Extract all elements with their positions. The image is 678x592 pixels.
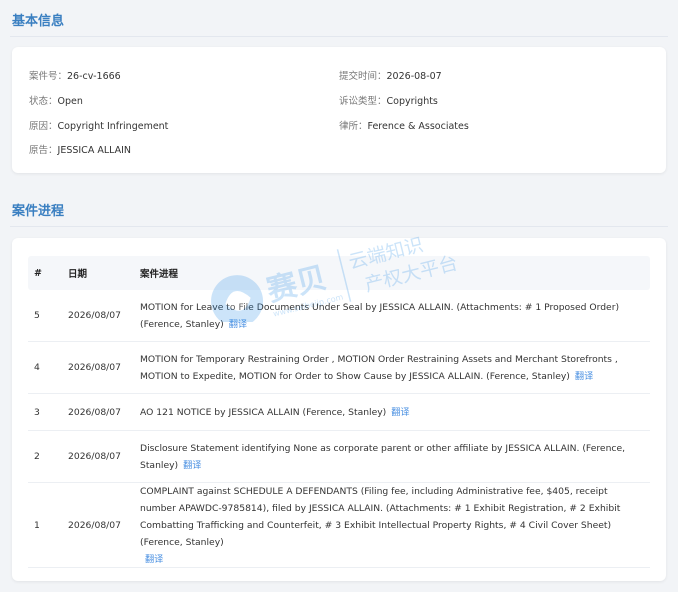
row-number: 4 xyxy=(34,362,40,373)
row-progress-cell: MOTION for Leave to File Documents Under… xyxy=(140,291,650,341)
row-number: 5 xyxy=(34,310,40,321)
case-number-field: 案件号：26-cv-1666 xyxy=(29,68,121,82)
submit-time-value: 2026-08-07 xyxy=(386,71,442,82)
table-row: 1 2026/08/07 COMPLAINT against SCHEDULE … xyxy=(28,483,650,568)
row-progress-cell: MOTION for Temporary Restraining Order ,… xyxy=(140,343,650,393)
cause-value: Copyright Infringement xyxy=(57,121,169,132)
row-number: 3 xyxy=(34,406,40,418)
table-row: 5 2026/08/07 MOTION for Leave to File Do… xyxy=(28,290,650,342)
row-progress-text: MOTION for Leave to File Documents Under… xyxy=(140,301,620,330)
row-date: 2026/08/07 xyxy=(68,519,121,531)
case-progress-divider xyxy=(10,226,668,227)
law-firm-label: 律所： xyxy=(339,121,368,132)
row-progress-text: AO 121 NOTICE by JESSICA ALLAIN (Ference… xyxy=(140,406,387,418)
law-firm-value: Ference & Associates xyxy=(367,121,469,132)
row-number: 2 xyxy=(34,451,40,462)
row-progress-text: MOTION for Temporary Restraining Order ,… xyxy=(140,353,618,382)
submit-time-field: 提交时间：2026-08-07 xyxy=(339,68,442,82)
case-type-value: Copyrights xyxy=(386,96,438,107)
case-progress-table: # 日期 案件进程 5 2026/08/07 MOTION for Leave … xyxy=(28,256,650,568)
plaintiff-value: JESSICA ALLAIN xyxy=(57,145,132,156)
status-field: 状态：Open xyxy=(29,93,83,107)
table-row: 3 2026/08/07 AO 121 NOTICE by JESSICA AL… xyxy=(28,394,650,431)
basic-info-card: 案件号：26-cv-1666 提交时间：2026-08-07 状态：Open 诉… xyxy=(12,47,666,173)
status-label: 状态： xyxy=(29,96,58,107)
header-progress: 案件进程 xyxy=(140,269,179,280)
basic-info-divider xyxy=(10,36,668,37)
row-progress-cell: COMPLAINT against SCHEDULE A DEFENDANTS … xyxy=(140,475,650,576)
plaintiff-field: 原告：JESSICA ALLAIN xyxy=(29,142,131,156)
case-type-label: 诉讼类型： xyxy=(339,96,387,107)
translate-link[interactable]: 翻译 xyxy=(229,319,247,330)
header-date: 日期 xyxy=(68,269,88,280)
row-date: 2026/08/07 xyxy=(68,451,121,462)
table-row: 4 2026/08/07 MOTION for Temporary Restra… xyxy=(28,342,650,394)
row-number: 1 xyxy=(34,519,40,531)
case-progress-card: # 日期 案件进程 5 2026/08/07 MOTION for Leave … xyxy=(12,238,666,581)
row-progress-text: COMPLAINT against SCHEDULE A DEFENDANTS … xyxy=(140,485,621,548)
submit-time-label: 提交时间： xyxy=(339,71,387,82)
plaintiff-label: 原告： xyxy=(29,145,58,156)
case-type-field: 诉讼类型：Copyrights xyxy=(339,93,438,107)
table-header: # 日期 案件进程 xyxy=(28,256,650,290)
translate-link[interactable]: 翻译 xyxy=(183,460,201,471)
translate-link[interactable]: 翻译 xyxy=(575,371,593,382)
row-date: 2026/08/07 xyxy=(68,310,121,321)
cause-label: 原因： xyxy=(29,121,58,132)
status-value: Open xyxy=(57,96,83,107)
translate-link[interactable]: 翻译 xyxy=(145,554,163,565)
case-number-value: 26-cv-1666 xyxy=(67,71,121,82)
row-progress-text: Disclosure Statement identifying None as… xyxy=(140,442,626,471)
row-date: 2026/08/07 xyxy=(68,362,121,373)
law-firm-field: 律所：Ference & Associates xyxy=(339,118,469,132)
basic-info-title: 基本信息 xyxy=(12,14,65,29)
header-number: # xyxy=(34,267,42,279)
case-number-label: 案件号： xyxy=(29,71,68,82)
cause-field: 原因：Copyright Infringement xyxy=(29,118,168,132)
translate-link[interactable]: 翻译 xyxy=(391,407,409,418)
case-progress-title: 案件进程 xyxy=(12,204,65,219)
row-date: 2026/08/07 xyxy=(68,406,121,418)
row-progress-cell: AO 121 NOTICE by JESSICA ALLAIN (Ference… xyxy=(140,396,650,429)
